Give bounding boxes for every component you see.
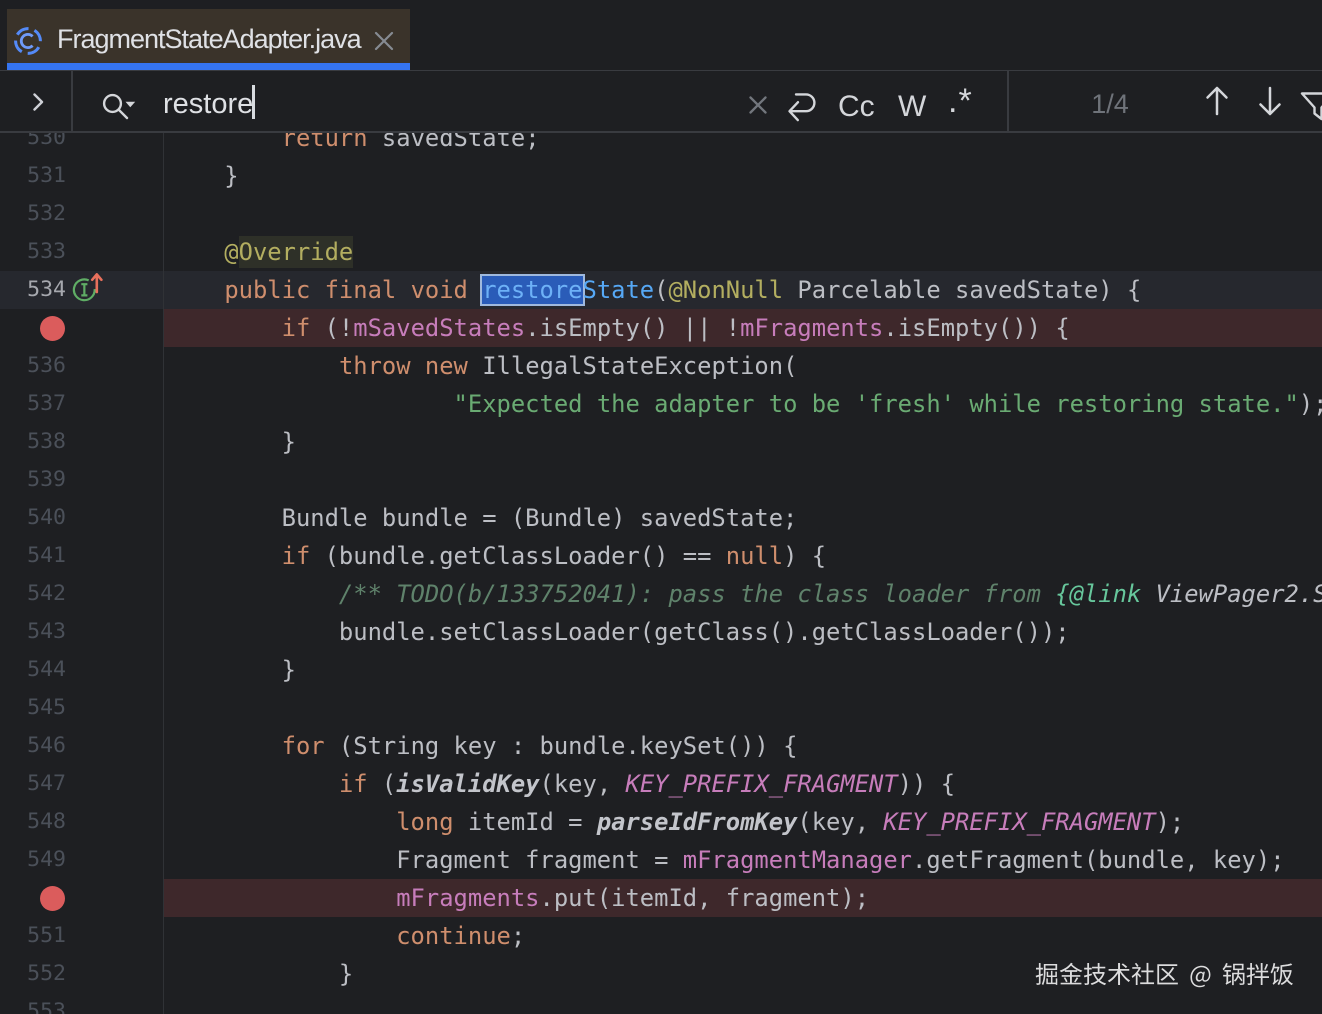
newline-icon[interactable] (785, 92, 819, 124)
line-number[interactable]: 541 (0, 537, 66, 575)
line-number[interactable]: 540 (0, 499, 66, 537)
find-toolbar: restore Cc W .* 1/4 (0, 70, 1322, 133)
code-text: mFragments.put(itemId, fragment); (396, 884, 870, 912)
prev-occurrence-icon[interactable] (1203, 84, 1231, 118)
code-text: } (167, 656, 296, 684)
line-number[interactable]: 542 (0, 575, 66, 613)
code-line-534[interactable]: 534 public final void restoreState(@NonN… (0, 271, 1322, 309)
code-line-537[interactable]: 537 "Expected the adapter to be 'fresh' … (0, 385, 1322, 423)
line-number[interactable]: 546 (0, 727, 66, 765)
editor-tab-bar: FragmentStateAdapter.java (0, 0, 1322, 70)
watermark-juejin (1035, 962, 1294, 988)
line-number[interactable]: 545 (0, 689, 66, 727)
line-number[interactable]: 532 (0, 195, 66, 233)
line-number[interactable]: 548 (0, 803, 66, 841)
code-text: return savedState; (281, 133, 540, 152)
code-text: if (bundle.getClassLoader() == null) { (281, 542, 827, 570)
line-number[interactable]: 539 (0, 461, 66, 499)
code-text: @Override (167, 238, 354, 266)
next-occurrence-icon[interactable] (1256, 84, 1284, 118)
ide-window: FragmentStateAdapter.java restore Cc W .… (0, 0, 1322, 1014)
code-line-541[interactable]: 541 if (bundle.getClassLoader() == null)… (0, 537, 1322, 575)
code-line-546[interactable]: 546 for (String key : bundle.keySet()) { (0, 727, 1322, 765)
line-number[interactable]: 533 (0, 233, 66, 271)
code-line-544[interactable]: 544 } (0, 651, 1322, 689)
code-text: } (167, 960, 354, 988)
tab-fragmentstateadapter-java[interactable]: FragmentStateAdapter.java (7, 9, 410, 64)
tab-title: FragmentStateAdapter.java (57, 24, 362, 54)
regex-button[interactable]: .* (948, 72, 973, 130)
code-text: public final void restoreState(@NonNull … (224, 276, 1142, 304)
code-line-543[interactable]: 543 bundle.setClassLoader(getClass().get… (0, 613, 1322, 651)
line-number[interactable]: 552 (0, 955, 66, 993)
code-line-540[interactable]: 540 Bundle bundle = (Bundle) savedState; (0, 499, 1322, 537)
line-number[interactable]: 547 (0, 765, 66, 803)
tab-close-icon[interactable] (372, 29, 396, 53)
line-number[interactable]: 543 (0, 613, 66, 651)
filter-icon[interactable] (1300, 90, 1322, 124)
code-line-530[interactable]: 530 return savedState; (0, 133, 1322, 157)
words-button[interactable]: W (898, 78, 926, 136)
code-line-547[interactable]: 547 if (isValidKey(key, KEY_PREFIX_FRAGM… (0, 765, 1322, 803)
code-text: Fragment fragment = mFragmentManager.get… (167, 846, 1285, 874)
line-number[interactable]: 536 (0, 347, 66, 385)
gutter-separator (163, 133, 164, 1014)
code-text: if (isValidKey(key, KEY_PREFIX_FRAGMENT)… (338, 770, 956, 798)
code-line-531[interactable]: 531 } (0, 157, 1322, 195)
search-icon[interactable] (102, 92, 144, 124)
breakpoint-icon[interactable] (40, 886, 65, 911)
line-number[interactable]: 534 (0, 271, 66, 309)
code-text: "Expected the adapter to be 'fresh' whil… (453, 390, 1322, 418)
code-line-532[interactable]: 532 (0, 195, 1322, 233)
code-line-535[interactable]: if (!mSavedStates.isEmpty() || !mFragmen… (0, 309, 1322, 347)
code-line-542[interactable]: 542 /** TODO(b/133752041): pass the clas… (0, 575, 1322, 613)
code-text: long itemId = parseIdFromKey(key, KEY_PR… (396, 808, 1185, 836)
code-line-550[interactable]: mFragments.put(itemId, fragment); (0, 879, 1322, 917)
code-editor[interactable]: 530 return savedState; 531 } 532 533 @Overr… (0, 133, 1322, 1014)
active-tab-indicator (7, 63, 410, 70)
clear-icon[interactable] (746, 93, 770, 117)
code-text: bundle.setClassLoader(getClass().getClas… (167, 618, 1070, 646)
text-caret (252, 85, 255, 119)
code-line-539[interactable]: 539 (0, 461, 1322, 499)
code-text: Bundle bundle = (Bundle) savedState; (167, 504, 798, 532)
code-text: /** TODO(b/133752041): pass the class lo… (167, 580, 1322, 608)
line-number[interactable]: 553 (0, 993, 66, 1014)
line-number[interactable]: 537 (0, 385, 66, 423)
code-line-551[interactable]: 551 continue; (0, 917, 1322, 955)
code-text: } (167, 162, 239, 190)
line-number[interactable]: 551 (0, 917, 66, 955)
code-line-536[interactable]: 536 throw new IllegalStateException( (0, 347, 1322, 385)
line-number[interactable]: 549 (0, 841, 66, 879)
line-number[interactable]: 530 (0, 133, 66, 157)
search-input[interactable]: restore (163, 74, 253, 134)
line-number[interactable]: 544 (0, 651, 66, 689)
code-text: throw new IllegalStateException( (338, 352, 798, 380)
toggle-find-replace-button[interactable] (0, 71, 71, 131)
java-class-icon (14, 27, 42, 55)
breakpoint-icon[interactable] (40, 316, 65, 341)
search-match-selection: restore (482, 276, 583, 304)
code-line-533[interactable]: 533 @Override (0, 233, 1322, 271)
separator (71, 71, 73, 131)
code-text: if (!mSavedStates.isEmpty() || !mFragmen… (281, 314, 1070, 342)
chevron-right-icon (33, 93, 44, 111)
code-text: } (167, 428, 296, 456)
implementing-method-gutter-icon[interactable] (72, 271, 112, 305)
match-case-button[interactable]: Cc (838, 78, 875, 136)
code-line-549[interactable]: 549 Fragment fragment = mFragmentManager… (0, 841, 1322, 879)
line-number[interactable]: 531 (0, 157, 66, 195)
separator (1007, 71, 1009, 131)
code-text: for (String key : bundle.keySet()) { (281, 732, 798, 760)
code-line-538[interactable]: 538 } (0, 423, 1322, 461)
search-results-counter: 1/4 (1091, 89, 1129, 119)
line-number[interactable]: 538 (0, 423, 66, 461)
code-line-548[interactable]: 548 long itemId = parseIdFromKey(key, KE… (0, 803, 1322, 841)
code-text: continue; (396, 922, 526, 950)
code-line-545[interactable]: 545 (0, 689, 1322, 727)
